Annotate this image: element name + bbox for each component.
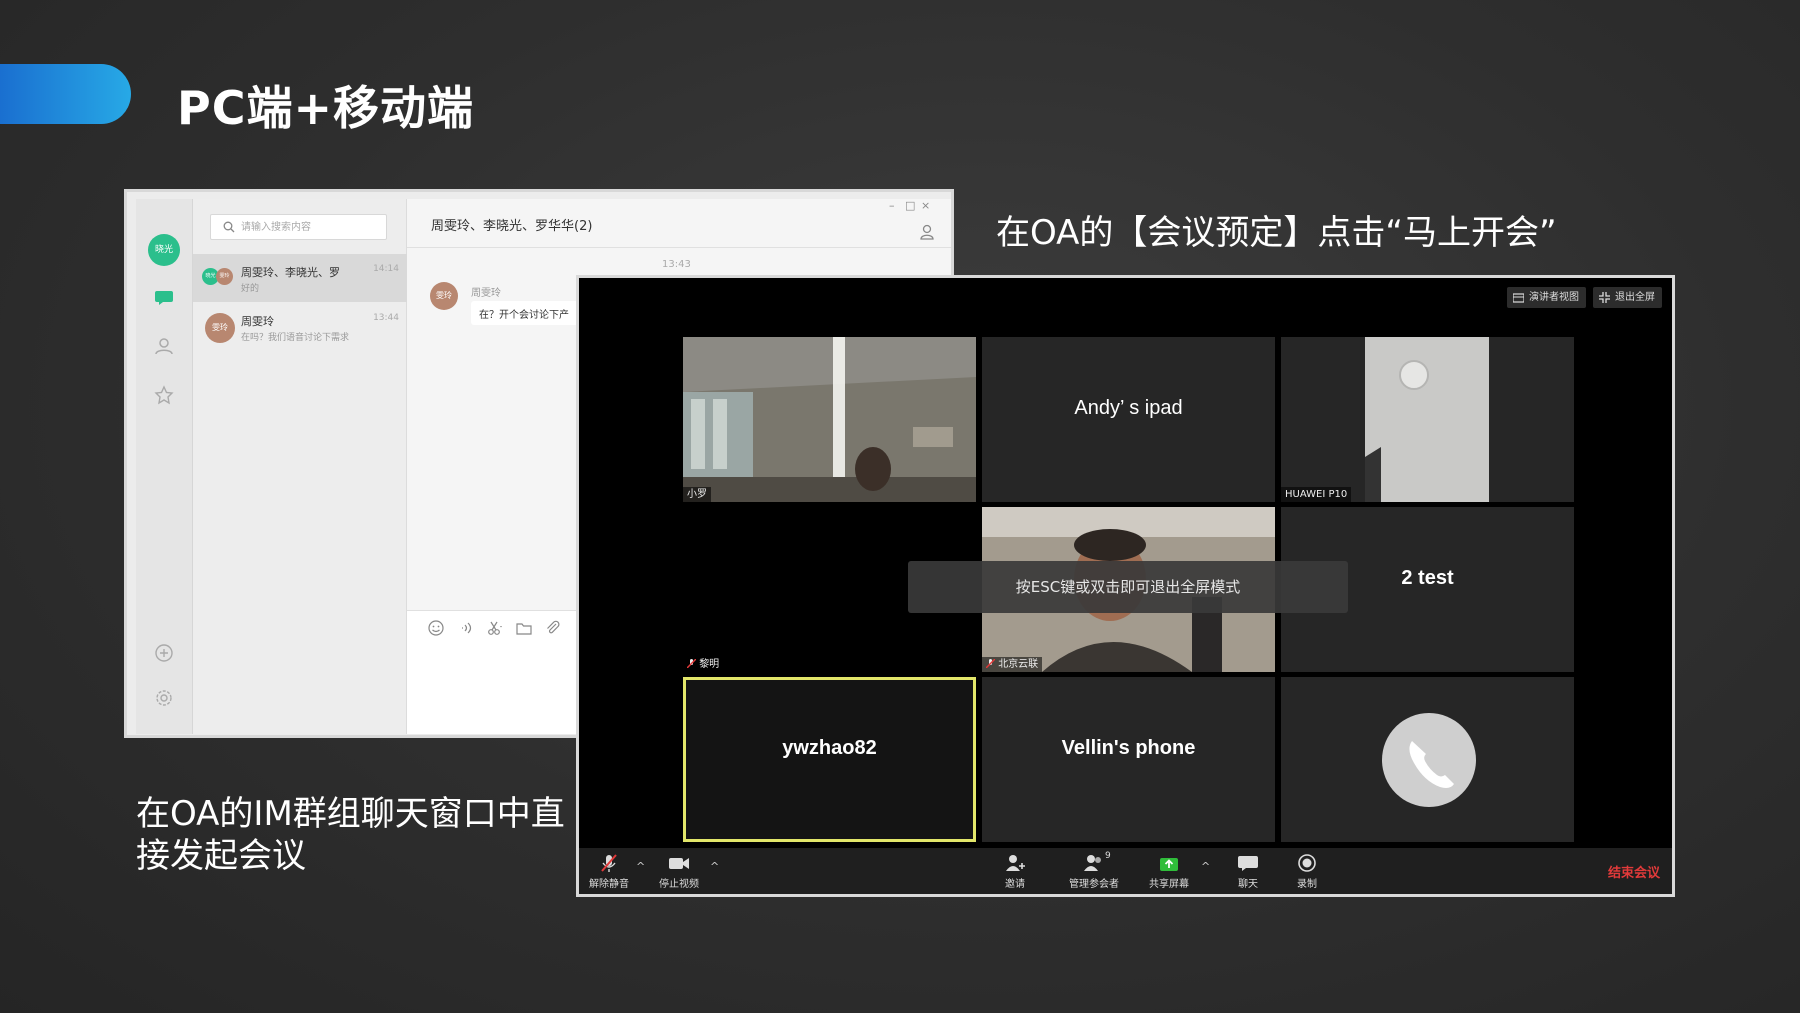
participant-nametag: HUAWEI P10 xyxy=(1281,487,1352,502)
folder-icon[interactable] xyxy=(515,619,533,637)
speaker-view-button[interactable]: 演讲者视图 xyxy=(1507,287,1586,308)
grid-view-icon xyxy=(1513,293,1524,303)
video-options-caret[interactable]: ^ xyxy=(710,860,719,873)
group-avatar: 晓光 雯玲 xyxy=(202,268,236,286)
end-meeting-button[interactable]: 结束会议 xyxy=(1608,862,1660,881)
video-tile-andy-ipad[interactable]: Andy’ s ipad xyxy=(982,337,1275,502)
conversation-time: 14:14 xyxy=(373,264,399,274)
contact-avatar: 雯玲 xyxy=(205,313,235,343)
chat-header: 周雯玲、李晓光、罗华华(2) – □ × xyxy=(407,199,951,248)
record-button[interactable]: 录制 xyxy=(1277,853,1337,891)
conversation-list: 晓光 雯玲 周雯玲、李晓光、罗 好的 14:14 雯玲 周雯玲 在吗？我们语音讨… xyxy=(193,199,407,734)
sender-name: 周雯玲 xyxy=(471,288,501,299)
exit-fullscreen-icon xyxy=(1599,292,1610,303)
stop-video-button[interactable]: 停止视频 xyxy=(649,853,709,891)
share-screen-button[interactable]: 共享屏幕 xyxy=(1139,853,1199,891)
contacts-icon[interactable] xyxy=(153,335,175,357)
maximize-button[interactable]: □ xyxy=(905,199,915,212)
participant-name: Andy’ s ipad xyxy=(1074,397,1183,419)
video-tile-xiaoluo[interactable]: 小罗 xyxy=(683,337,976,502)
office-camera-feed xyxy=(683,337,976,502)
settings-gear-icon[interactable] xyxy=(153,687,175,709)
close-button[interactable]: × xyxy=(921,199,930,212)
conversation-name: 周雯玲、李晓光、罗 xyxy=(241,266,340,279)
video-tile-ywzhao82[interactable]: ywzhao82 xyxy=(683,677,976,842)
search-input[interactable] xyxy=(241,219,381,236)
minimize-button[interactable]: – xyxy=(889,199,895,212)
title-accent-bar xyxy=(0,64,131,124)
share-screen-icon xyxy=(1160,858,1178,871)
conversation-time: 13:44 xyxy=(373,313,399,323)
manage-participants-button[interactable]: 9 管理参会者 xyxy=(1059,851,1129,891)
message-timestamp: 13:43 xyxy=(662,259,691,270)
emoji-icon[interactable] xyxy=(427,619,445,637)
video-tile-phone-caller[interactable] xyxy=(1281,677,1574,842)
sender-avatar[interactable]: 雯玲 xyxy=(430,282,458,310)
invite-button[interactable]: 邀请 xyxy=(985,853,1045,891)
chat-title: 周雯玲、李晓光、罗华华(2) xyxy=(431,219,593,234)
conversation-name: 周雯玲 xyxy=(241,315,274,328)
participant-name: Vellin's phone xyxy=(1061,737,1196,759)
muted-mic-icon xyxy=(985,658,996,669)
exit-fullscreen-button[interactable]: 退出全屏 xyxy=(1593,287,1662,308)
invite-person-icon xyxy=(1006,855,1025,871)
muted-mic-icon xyxy=(686,658,697,669)
chat-button[interactable]: 聊天 xyxy=(1218,853,1278,891)
record-icon xyxy=(1298,854,1316,872)
video-meeting-window: 演讲者视图 退出全屏 小罗 Andy’ s ipad HUAWEI P10 黎明… xyxy=(576,275,1675,897)
phone-icon xyxy=(1382,713,1476,807)
video-camera-icon xyxy=(669,858,689,869)
muted-mic-icon xyxy=(601,854,617,872)
conversation-snippet: 好的 xyxy=(241,284,260,294)
participant-nametag: 小罗 xyxy=(683,487,711,502)
group-members-icon[interactable] xyxy=(919,223,937,241)
add-circle-icon[interactable] xyxy=(153,642,175,664)
share-options-caret[interactable]: ^ xyxy=(1201,860,1210,873)
conversation-snippet: 在吗？我们语音讨论下需求 xyxy=(241,333,350,343)
participant-nametag: 黎明 xyxy=(683,657,724,672)
screenshot-scissors-icon[interactable] xyxy=(486,619,504,637)
im-sidebar-rail: 晓光 xyxy=(136,199,193,734)
conversation-item[interactable]: 晓光 雯玲 周雯玲、李晓光、罗 好的 14:14 xyxy=(193,254,407,302)
search-box[interactable] xyxy=(210,214,387,240)
chat-bubble-icon[interactable] xyxy=(153,286,175,308)
caption-meeting-booking: 在OA的【会议预定】点击“马上开会” xyxy=(996,213,1557,253)
unmute-button[interactable]: 解除静音 xyxy=(579,853,639,891)
participant-name: ywzhao82 xyxy=(782,737,877,759)
chat-bubble-icon xyxy=(1238,856,1258,871)
meeting-toolbar: 解除静音 ^ 停止视频 ^ 邀请 9 管理参会者 共享屏幕 ^ 聊天 录制 结束… xyxy=(579,848,1672,894)
conversation-item[interactable]: 雯玲 周雯玲 在吗？我们语音讨论下需求 13:44 xyxy=(193,303,407,351)
exit-fullscreen-hint: 按ESC键或双击即可退出全屏模式 xyxy=(908,561,1348,613)
participant-nametag: 北京云联 xyxy=(982,657,1043,672)
video-tile-vellin-phone[interactable]: Vellin's phone xyxy=(982,677,1275,842)
wall-camera-feed xyxy=(1281,337,1574,502)
audio-options-caret[interactable]: ^ xyxy=(636,860,645,873)
voice-icon[interactable] xyxy=(457,619,475,637)
participant-count-badge: 9 xyxy=(1105,851,1111,861)
slide-title: PC端+移动端 xyxy=(177,81,475,135)
video-tile-huawei[interactable]: HUAWEI P10 xyxy=(1281,337,1574,502)
message-bubble: 在？开个会讨论下产 xyxy=(471,301,591,325)
user-avatar[interactable]: 晓光 xyxy=(148,234,180,266)
attachment-icon[interactable] xyxy=(543,619,561,637)
search-icon xyxy=(223,221,235,233)
star-icon[interactable] xyxy=(153,384,175,406)
caption-im-group: 在OA的IM群组聊天窗口中直接发起会议 xyxy=(136,794,565,876)
